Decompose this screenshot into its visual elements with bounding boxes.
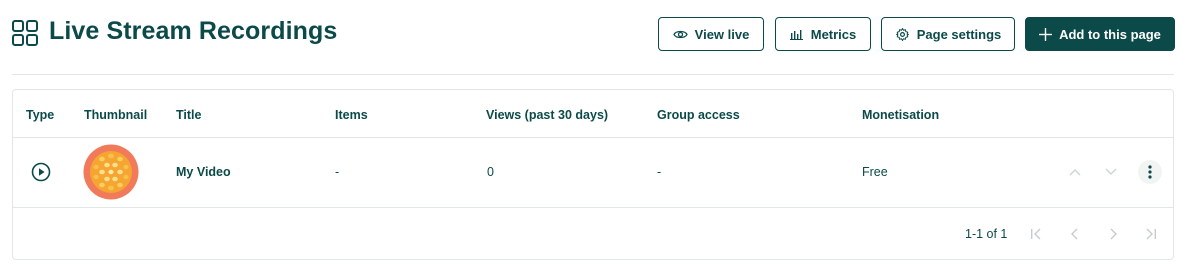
passionfruit-thumbnail [83,144,139,200]
row-views: 0 [487,165,494,179]
column-header-title[interactable]: Title [176,108,201,122]
metrics-button[interactable]: Metrics [775,17,871,51]
recordings-table: Type Thumbnail Title Items Views (past 3… [12,89,1174,260]
row-title[interactable]: My Video [176,165,231,179]
bar-chart-icon [789,30,803,40]
column-header-items[interactable]: Items [335,108,368,122]
play-circle-icon [31,162,51,182]
page-title: Live Stream Recordings [49,17,338,45]
column-header-views[interactable]: Views (past 30 days) [486,108,608,122]
add-to-page-label: Add to this page [1059,26,1161,42]
last-page-button[interactable] [1140,223,1162,245]
page-settings-button[interactable]: Page settings [881,17,1015,51]
first-page-icon [1031,228,1041,240]
row-group-access: - [657,165,662,179]
eye-icon [672,30,688,38]
row-more-button[interactable] [1138,160,1162,184]
chevron-down-icon [1105,168,1117,176]
column-header-type[interactable]: Type [26,108,54,122]
column-header-monetisation[interactable]: Monetisation [862,108,939,122]
more-vertical-icon [1148,165,1152,179]
row-monetisation: Free [862,165,888,179]
gear-icon [895,27,909,41]
header-divider [12,74,1174,75]
chevron-up-icon [1069,168,1081,176]
table-row[interactable]: My Video - 0 - Free [13,138,1173,207]
metrics-label: Metrics [810,26,857,42]
move-down-button[interactable] [1099,160,1123,184]
column-header-group-access[interactable]: Group access [657,108,740,122]
previous-page-button[interactable] [1063,223,1085,245]
row-items: - [335,165,340,179]
add-to-page-button[interactable]: Add to this page [1025,17,1175,51]
view-live-label: View live [694,26,750,42]
move-up-button[interactable] [1063,160,1087,184]
page-settings-label: Page settings [916,26,1002,42]
page-header: Live Stream Recordings View live Metrics… [0,0,1189,75]
plus-icon [1039,27,1053,41]
next-page-button[interactable] [1103,223,1125,245]
grid-icon [12,20,38,46]
view-live-button[interactable]: View live [658,17,764,51]
column-header-thumbnail[interactable]: Thumbnail [84,108,147,122]
last-page-icon [1146,228,1156,240]
first-page-button[interactable] [1025,223,1047,245]
chevron-left-icon [1071,228,1078,240]
row-divider [13,207,1173,208]
chevron-right-icon [1110,228,1117,240]
pagination-range: 1-1 of 1 [965,227,1008,241]
